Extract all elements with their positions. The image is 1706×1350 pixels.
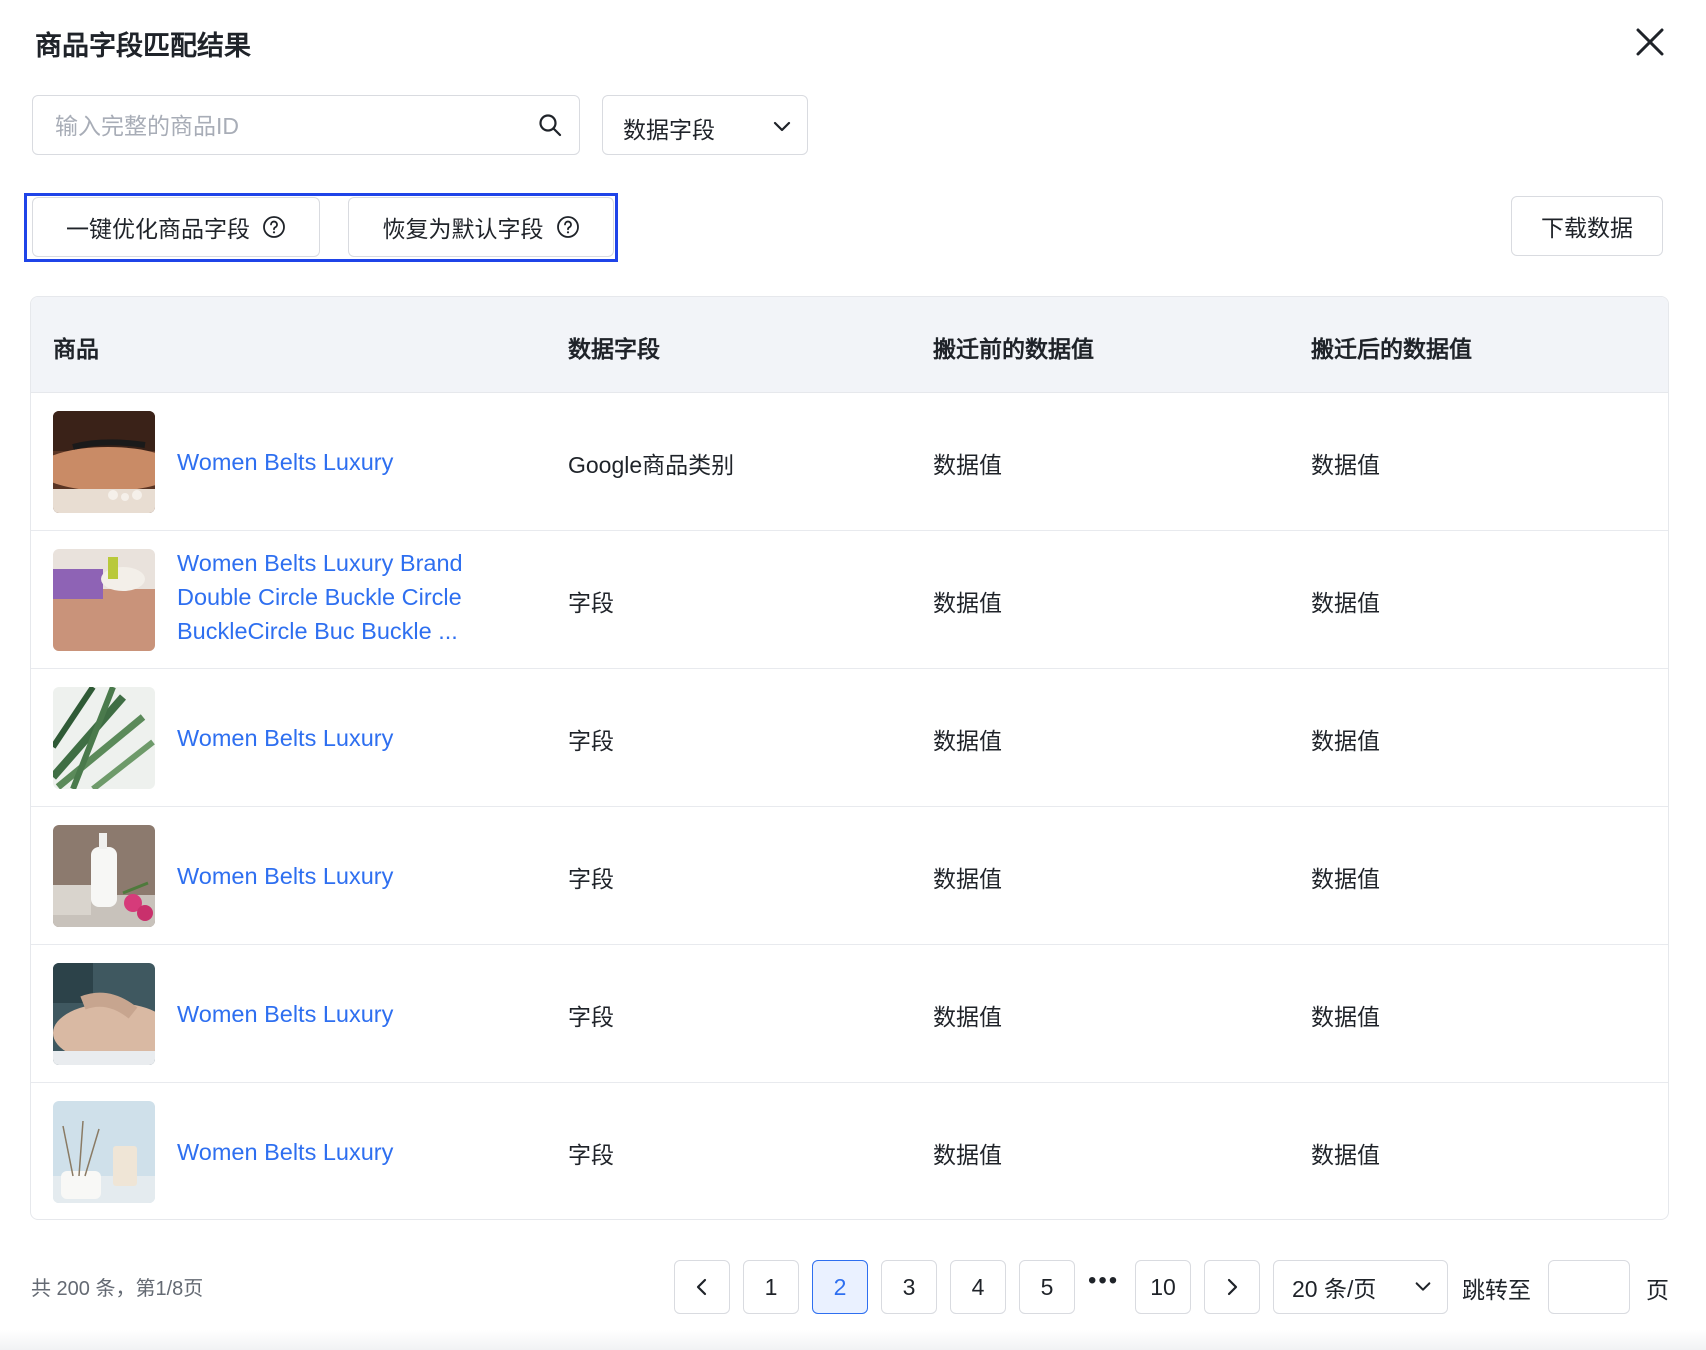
product-name-link[interactable]: Women Belts Luxury Brand Double Circle B… xyxy=(177,546,507,648)
table-header: 商品 数据字段 搬迁前的数据值 搬迁后的数据值 xyxy=(31,297,1668,393)
bottom-shadow xyxy=(0,1330,1706,1350)
chevron-down-icon xyxy=(1415,1282,1431,1291)
help-icon[interactable] xyxy=(262,215,286,239)
page-button[interactable]: 3 xyxy=(881,1260,937,1314)
product-name-line: BuckleCircle Buc Buckle ... xyxy=(177,618,458,644)
product-image[interactable] xyxy=(53,1101,155,1203)
optimize-fields-label: 一键优化商品字段 xyxy=(66,216,250,242)
cell-after-value: 数据值 xyxy=(1311,590,1380,616)
table-row: Women Belts Luxury 字段 数据值 数据值 xyxy=(31,669,1668,807)
chevron-left-icon xyxy=(696,1278,707,1296)
product-name-link[interactable]: Women Belts Luxury xyxy=(177,445,507,479)
product-name-link[interactable]: Women Belts Luxury xyxy=(177,721,507,755)
cell-field: 字段 xyxy=(568,866,614,892)
product-image[interactable] xyxy=(53,687,155,789)
cell-after-value: 数据值 xyxy=(1311,1142,1380,1168)
next-page-button[interactable] xyxy=(1204,1260,1260,1314)
page-size-select[interactable]: 20 条/页 xyxy=(1273,1260,1448,1314)
product-id-search xyxy=(32,95,580,155)
jump-page-input[interactable] xyxy=(1548,1260,1630,1314)
table-row: Women Belts Luxury Google商品类别 数据值 数据值 xyxy=(31,393,1668,531)
cell-after-value: 数据值 xyxy=(1311,1004,1380,1030)
chevron-down-icon xyxy=(773,121,791,132)
cell-before-value: 数据值 xyxy=(933,728,1002,754)
cell-before-value: 数据值 xyxy=(933,1142,1002,1168)
close-icon[interactable] xyxy=(1630,22,1670,62)
prev-page-button[interactable] xyxy=(674,1260,730,1314)
cell-field: 字段 xyxy=(568,1004,614,1030)
page-unit-label: 页 xyxy=(1646,1277,1669,1303)
reset-default-fields-button[interactable]: 恢复为默认字段 xyxy=(348,197,614,257)
chevron-right-icon xyxy=(1227,1278,1238,1296)
product-image[interactable] xyxy=(53,963,155,1065)
pagination-ellipsis[interactable]: ••• xyxy=(1088,1267,1119,1295)
cell-field: 字段 xyxy=(568,728,614,754)
cell-after-value: 数据值 xyxy=(1311,866,1380,892)
cell-before-value: 数据值 xyxy=(933,866,1002,892)
product-image[interactable] xyxy=(53,549,155,651)
column-header-product: 商品 xyxy=(53,336,99,362)
help-icon[interactable] xyxy=(556,215,580,239)
page-button[interactable]: 5 xyxy=(1019,1260,1075,1314)
download-data-label: 下载数据 xyxy=(1541,215,1633,241)
results-table: 商品 数据字段 搬迁前的数据值 搬迁后的数据值 Women Belts Luxu… xyxy=(30,296,1669,1220)
cell-after-value: 数据值 xyxy=(1311,452,1380,478)
table-row: Women Belts Luxury 字段 数据值 数据值 xyxy=(31,1083,1668,1219)
pagination-summary: 共 200 条，第1/8页 xyxy=(31,1278,204,1300)
product-name-line: Women Belts Luxury Brand xyxy=(177,550,463,576)
column-header-field: 数据字段 xyxy=(568,336,660,362)
page-size-value: 20 条/页 xyxy=(1292,1276,1377,1302)
page-button[interactable]: 1 xyxy=(743,1260,799,1314)
cell-before-value: 数据值 xyxy=(933,590,1002,616)
cell-field: Google商品类别 xyxy=(568,452,735,478)
product-image[interactable] xyxy=(53,411,155,513)
search-input[interactable] xyxy=(53,110,517,142)
cell-before-value: 数据值 xyxy=(933,452,1002,478)
page-button[interactable]: 4 xyxy=(950,1260,1006,1314)
cell-field: 字段 xyxy=(568,1142,614,1168)
product-name-link[interactable]: Women Belts Luxury xyxy=(177,1135,507,1169)
table-row: Women Belts Luxury Brand Double Circle B… xyxy=(31,531,1668,669)
cell-before-value: 数据值 xyxy=(933,1004,1002,1030)
dialog-title: 商品字段匹配结果 xyxy=(35,31,251,61)
table-row: Women Belts Luxury 字段 数据值 数据值 xyxy=(31,807,1668,945)
page-button-last[interactable]: 10 xyxy=(1135,1260,1191,1314)
table-row: Women Belts Luxury 字段 数据值 数据值 xyxy=(31,945,1668,1083)
reset-default-fields-label: 恢复为默认字段 xyxy=(382,216,544,242)
optimize-fields-button[interactable]: 一键优化商品字段 xyxy=(32,197,320,257)
column-header-after: 搬迁后的数据值 xyxy=(1311,336,1472,362)
field-select[interactable]: 数据字段 xyxy=(602,95,808,155)
jump-to-label: 跳转至 xyxy=(1462,1277,1531,1303)
search-icon[interactable] xyxy=(537,112,563,138)
page-button-current[interactable]: 2 xyxy=(812,1260,868,1314)
product-image[interactable] xyxy=(53,825,155,927)
cell-field: 字段 xyxy=(568,590,614,616)
product-name-link[interactable]: Women Belts Luxury xyxy=(177,859,507,893)
column-header-before: 搬迁前的数据值 xyxy=(933,336,1094,362)
product-name-line: Double Circle Buckle Circle xyxy=(177,584,462,610)
product-name-link[interactable]: Women Belts Luxury xyxy=(177,997,507,1031)
cell-after-value: 数据值 xyxy=(1311,728,1380,754)
download-data-button[interactable]: 下载数据 xyxy=(1511,196,1663,256)
field-select-value: 数据字段 xyxy=(623,117,715,143)
